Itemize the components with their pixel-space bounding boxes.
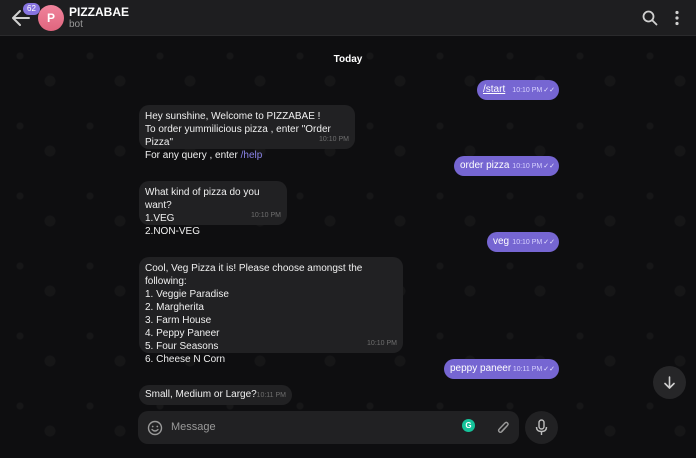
message-time: 10:10 PM: [251, 212, 281, 219]
message-text: veg: [493, 236, 510, 247]
message-line: 6. Cheese N Corn: [145, 354, 226, 365]
help-command-link[interactable]: /help: [241, 150, 263, 161]
chat-header: 62 P PIZZABAE bot: [0, 0, 696, 36]
incoming-message[interactable]: Hey sunshine, Welcome to PIZZABAE ! To o…: [139, 105, 355, 161]
grammarly-icon[interactable]: G: [462, 419, 475, 432]
incoming-message[interactable]: Cool, Veg Pizza it is! Please choose amo…: [139, 257, 403, 365]
message-time: 10:10 PM: [512, 87, 543, 94]
double-check-icon: ✓✓: [543, 87, 555, 94]
message-text: peppy paneer: [450, 363, 512, 374]
search-icon[interactable]: [641, 9, 659, 27]
message-input[interactable]: Message: [171, 421, 216, 433]
message-time: 10:10 PM: [512, 163, 543, 170]
outgoing-message[interactable]: veg 10:10 PM✓✓: [487, 232, 559, 252]
double-check-icon: ✓✓: [543, 163, 555, 170]
message-line: Cool, Veg Pizza it is! Please choose amo…: [145, 263, 363, 287]
incoming-message[interactable]: What kind of pizza do you want? 1.VEG 2.…: [139, 181, 287, 237]
more-vertical-icon[interactable]: [668, 9, 686, 27]
emoji-icon[interactable]: [147, 420, 163, 436]
message-line: 4. Peppy Paneer: [145, 328, 220, 339]
message-line: 2. Margherita: [145, 302, 204, 313]
arrow-down-icon: [664, 376, 675, 389]
incoming-message[interactable]: Small, Medium or Large? 10:11 PM: [139, 385, 292, 405]
message-time: 10:10 PM: [367, 340, 397, 347]
message-line: Hey sunshine, Welcome to PIZZABAE !: [145, 111, 321, 122]
date-separator: Today: [333, 54, 363, 65]
message-line: 1. Veggie Paradise: [145, 289, 229, 300]
double-check-icon: ✓✓: [543, 366, 555, 373]
outgoing-message[interactable]: order pizza 10:10 PM✓✓: [454, 156, 559, 176]
chat-title[interactable]: PIZZABAE: [69, 5, 129, 19]
message-time: 10:10 PM: [319, 136, 349, 143]
unread-count-badge: 62: [23, 3, 40, 15]
double-check-icon: ✓✓: [543, 239, 555, 246]
message-line: 2.NON-VEG: [145, 226, 201, 237]
message-time: 10:11 PM: [256, 392, 286, 399]
message-text[interactable]: /start: [483, 84, 505, 95]
attach-paperclip-icon[interactable]: [496, 420, 511, 436]
scroll-down-button[interactable]: [653, 366, 686, 399]
message-line: For any query , enter: [145, 150, 241, 161]
message-line: 5. Four Seasons: [145, 341, 219, 352]
voice-record-button[interactable]: [525, 411, 558, 444]
microphone-icon: [535, 419, 548, 435]
message-list[interactable]: Today /start 10:10 PM✓✓ Hey sunshine, We…: [0, 36, 696, 458]
message-time: 10:11 PM: [512, 366, 543, 373]
message-line: To order yummilicious pizza , enter "Ord…: [145, 124, 331, 148]
outgoing-message[interactable]: /start 10:10 PM✓✓: [477, 80, 559, 100]
message-line: 3. Farm House: [145, 315, 212, 326]
message-text: order pizza: [460, 160, 510, 171]
outgoing-message[interactable]: peppy paneer 10:11 PM✓✓: [444, 359, 559, 379]
chat-subtitle: bot: [69, 19, 83, 30]
avatar[interactable]: P: [38, 5, 64, 31]
message-time: 10:10 PM: [512, 239, 543, 246]
